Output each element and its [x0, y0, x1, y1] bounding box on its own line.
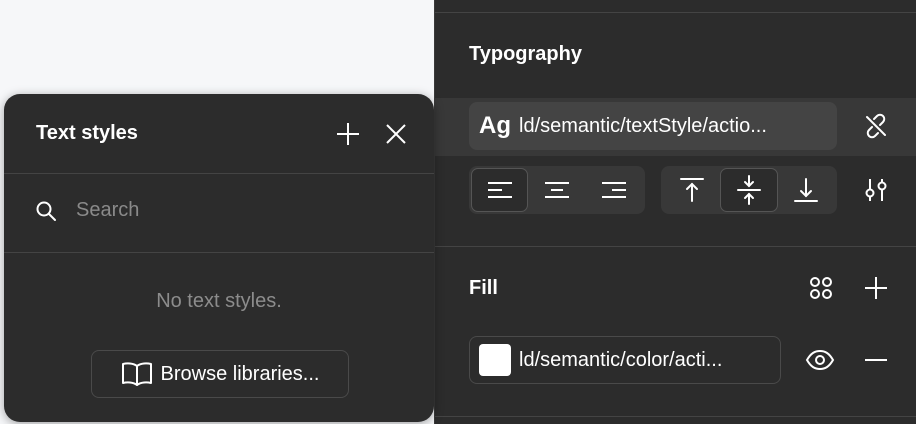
search-row — [34, 198, 378, 223]
search-icon — [36, 201, 56, 221]
minus-icon — [865, 359, 887, 361]
eye-icon — [805, 349, 835, 371]
align-middle-button[interactable] — [720, 168, 778, 212]
vertical-align-group — [661, 166, 837, 214]
align-top-button[interactable] — [663, 168, 720, 212]
book-icon — [121, 362, 152, 386]
type-settings-icon — [865, 179, 887, 201]
remove-fill-button[interactable] — [860, 344, 892, 376]
align-left-icon — [487, 182, 512, 198]
style-grid-icon — [810, 277, 832, 299]
close-popup-button[interactable] — [380, 118, 412, 150]
text-style-preview: Ag — [479, 112, 511, 139]
align-bottom-button[interactable] — [778, 168, 835, 212]
plus-icon — [865, 277, 887, 299]
close-icon — [386, 124, 406, 144]
text-styles-popup: Text styles No text styles. Browse libra… — [4, 94, 434, 422]
fill-style-selector[interactable]: ld/semantic/color/acti... — [469, 336, 781, 384]
plus-icon — [337, 123, 359, 145]
typography-section-title: Typography — [469, 43, 582, 65]
text-style-selector[interactable]: Ag ld/semantic/textStyle/actio... — [469, 102, 837, 150]
toggle-visibility-button[interactable] — [804, 344, 836, 376]
popup-divider — [4, 252, 434, 253]
align-left-button[interactable] — [471, 168, 529, 212]
popup-divider — [4, 173, 434, 174]
style-grid-button[interactable] — [805, 272, 837, 304]
align-top-icon — [679, 178, 704, 202]
align-center-icon — [545, 182, 569, 198]
properties-panel: Typography Ag ld/semantic/textStyle/acti… — [434, 0, 916, 424]
fill-color-swatch[interactable] — [479, 344, 511, 376]
popup-title: Text styles — [36, 122, 138, 144]
detach-style-icon — [866, 113, 886, 139]
browse-libraries-label: Browse libraries... — [160, 362, 320, 385]
add-fill-button[interactable] — [860, 272, 892, 304]
section-divider — [435, 246, 916, 247]
type-settings-button[interactable] — [860, 174, 892, 206]
align-right-button[interactable] — [586, 168, 643, 212]
detach-style-button[interactable] — [860, 110, 892, 142]
browse-libraries-button[interactable]: Browse libraries... — [91, 350, 349, 398]
section-divider — [435, 416, 916, 417]
fill-section-title: Fill — [469, 277, 498, 299]
section-divider — [435, 12, 916, 13]
create-style-button[interactable] — [332, 118, 364, 150]
empty-state-message: No text styles. — [156, 290, 282, 312]
text-style-name: ld/semantic/textStyle/actio... — [519, 114, 767, 137]
align-right-icon — [602, 182, 627, 198]
horizontal-align-group — [469, 166, 645, 214]
align-middle-icon — [737, 175, 761, 205]
fill-style-name: ld/semantic/color/acti... — [519, 348, 723, 371]
align-center-button[interactable] — [528, 168, 585, 212]
align-bottom-icon — [794, 178, 819, 202]
search-input[interactable] — [74, 198, 378, 223]
